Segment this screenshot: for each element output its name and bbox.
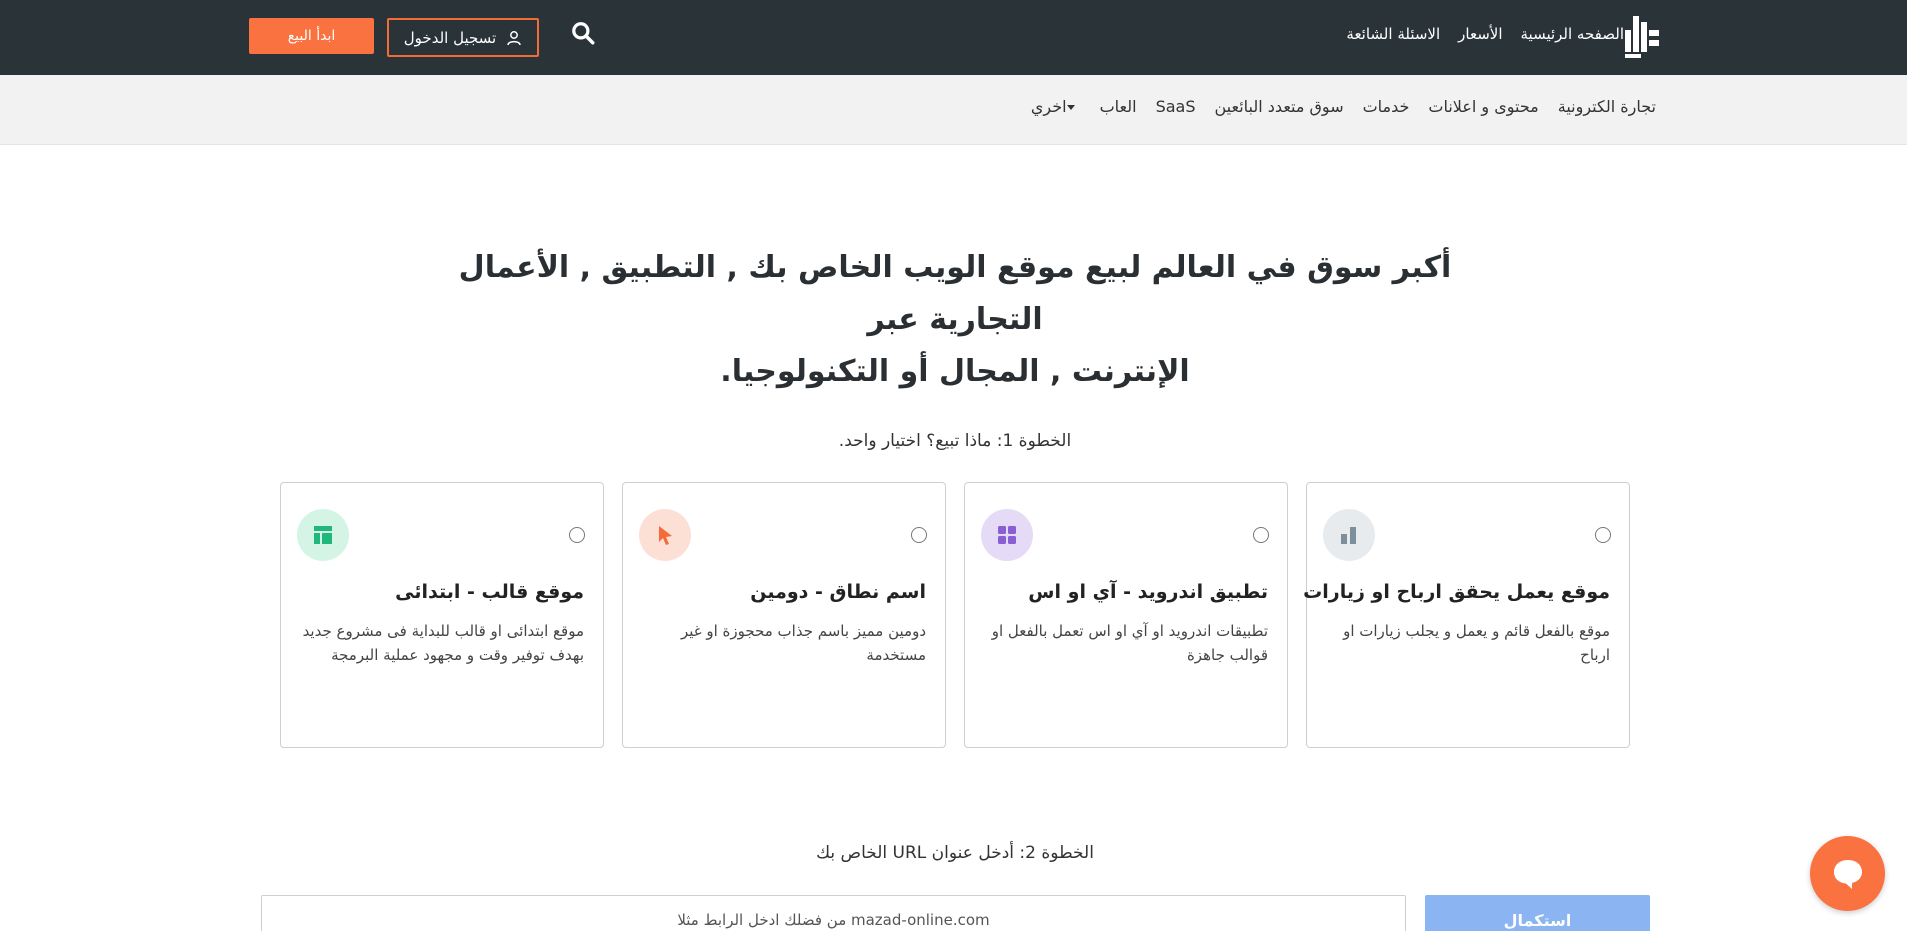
category-content-ads[interactable]: محتوى و اعلانات [1428, 97, 1538, 116]
hero-line-1: أكبر سوق في العالم لبيع موقع الويب الخاص… [458, 250, 1452, 337]
category-saas[interactable]: SaaS [1156, 97, 1196, 116]
site-logo-icon[interactable] [1623, 12, 1661, 60]
layout-template-icon [297, 509, 349, 561]
option-card-working-site[interactable]: موقع يعمل يحقق ارباح او زيارات موقع بالف… [1303, 482, 1630, 748]
card-title: تطبيق اندرويد - آي او اس [1028, 581, 1268, 603]
bar-chart-icon [1323, 509, 1375, 561]
step-2-label: الخطوة 2: أدخل عنوان URL الخاص بك [816, 843, 1094, 863]
card-title: اسم نطاق - دومين [750, 581, 926, 603]
hero-heading: أكبر سوق في العالم لبيع موقع الويب الخاص… [450, 242, 1460, 398]
card-title: موقع قالب - ابتدائى [395, 581, 584, 603]
grid-apps-icon [981, 509, 1033, 561]
user-icon [507, 30, 521, 45]
login-button[interactable]: تسجيل الدخول [387, 18, 539, 57]
card-description: موقع بالفعل قائم و يعمل و يجلب زيارات او… [1343, 622, 1610, 664]
category-games[interactable]: العاب [1100, 97, 1137, 116]
nav-faq[interactable]: الاسئلة الشائعة [1346, 25, 1440, 43]
complete-button[interactable]: استكمال [1425, 895, 1650, 931]
nav-home[interactable]: الصفحه الرئيسية [1521, 25, 1625, 43]
start-selling-button[interactable]: ابدأ البيع [249, 18, 374, 54]
caret-down-icon [1066, 105, 1075, 110]
card-title: موقع يعمل يحقق ارباح او زيارات [1303, 581, 1610, 603]
category-bar: تجارة الكترونية محتوى و اعلانات خدمات سو… [0, 75, 1907, 145]
card-description: دومين مميز باسم جذاب محجوزة او غير مستخد… [680, 622, 926, 664]
radio-template-site[interactable] [569, 527, 585, 543]
hero-line-2: الإنترنت , المجال أو التكنولوجيا. [720, 354, 1190, 389]
category-more-dropdown[interactable]: اخري [1031, 97, 1081, 116]
more-label: اخري [1030, 97, 1067, 116]
category-nav: تجارة الكترونية محتوى و اعلانات خدمات سو… [1031, 97, 1656, 116]
radio-working-site[interactable] [1595, 527, 1611, 543]
chat-bubble-icon [1833, 859, 1862, 889]
option-card-mobile-app[interactable]: تطبيق اندرويد - آي او اس تطبيقات اندرويد… [964, 482, 1288, 748]
option-card-template-site[interactable]: موقع قالب - ابتدائى موقع ابتدائى او قالب… [280, 482, 604, 748]
radio-mobile-app[interactable] [1253, 527, 1269, 543]
chat-widget-button[interactable] [1810, 836, 1885, 911]
step-1-label: الخطوة 1: ماذا تبيع؟ اختيار واحد. [838, 431, 1072, 451]
card-description: تطبيقات اندرويد او آي او اس تعمل بالفعل … [991, 622, 1268, 664]
search-icon[interactable] [570, 20, 596, 46]
main-nav: الصفحه الرئيسية الأسعار الاسئلة الشائعة [1346, 25, 1624, 43]
top-navbar: الصفحه الرئيسية الأسعار الاسئلة الشائعة … [0, 0, 1907, 75]
nav-pricing[interactable]: الأسعار [1458, 25, 1502, 43]
cursor-pointer-icon [639, 509, 691, 561]
radio-domain[interactable] [911, 527, 927, 543]
login-label: تسجيل الدخول [403, 28, 497, 47]
card-description: موقع ابتدائى او قالب للبداية فى مشروع جد… [302, 622, 584, 664]
category-marketplace[interactable]: سوق متعدد البائعين [1215, 97, 1344, 116]
option-card-domain[interactable]: اسم نطاق - دومين دومين مميز باسم جذاب مح… [622, 482, 946, 748]
category-services[interactable]: خدمات [1363, 97, 1410, 116]
url-input[interactable] [261, 895, 1406, 931]
category-ecommerce[interactable]: تجارة الكترونية [1558, 97, 1656, 116]
